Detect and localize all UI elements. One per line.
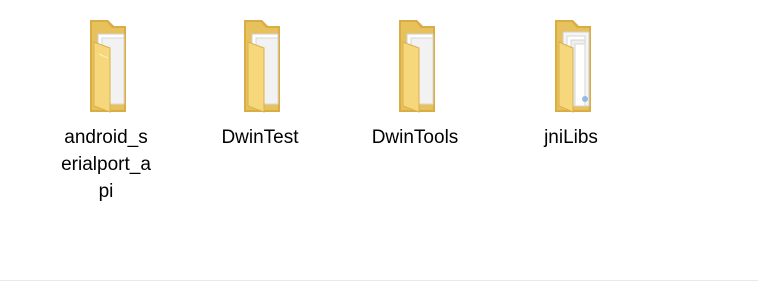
folder-icon [399, 20, 435, 113]
folder-label: DwinTest [221, 127, 299, 148]
file-explorer-content-pane: android_s erialport_a pi DwinTest DwinTo… [0, 0, 758, 281]
folder-icon [244, 20, 280, 113]
folder-label: android_s erialport_a pi [61, 127, 151, 202]
folder-icon [90, 20, 126, 113]
folder-icon [555, 20, 591, 113]
folder-label: jniLibs [544, 127, 598, 148]
folder-item-dwintools[interactable]: DwinTools [350, 14, 480, 151]
folder-item-jnilibs[interactable]: jniLibs [506, 14, 636, 151]
folder-item-dwintest[interactable]: DwinTest [195, 14, 325, 151]
folder-item-android-serialport-api[interactable]: android_s erialport_a pi [41, 14, 171, 205]
folder-label: DwinTools [371, 127, 459, 148]
